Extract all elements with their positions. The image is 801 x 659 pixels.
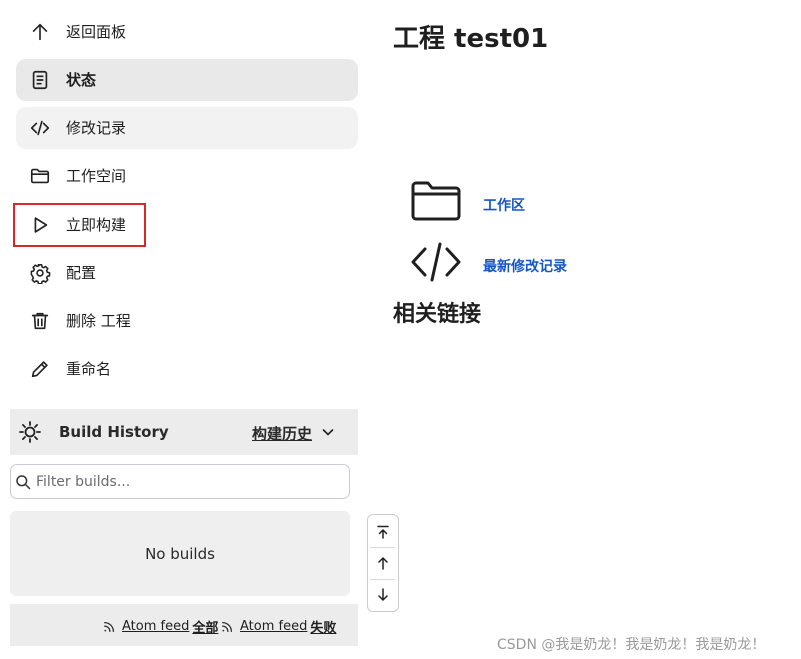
build-now-highlight-box (13, 203, 146, 247)
pencil-icon (31, 361, 48, 378)
workspace-link-text[interactable]: 工作区 (483, 195, 525, 215)
chevron-down-icon[interactable] (320, 424, 336, 440)
watermark: CSDN @我是奶龙！我是奶龙！我是奶龙！ (497, 637, 766, 653)
build-history-header: Build History 构建历史 (10, 409, 358, 455)
arrow-down-icon (377, 588, 388, 601)
arrow-up-icon (32, 23, 48, 41)
sidebar-item-label: 工作空间 (66, 167, 127, 185)
rss-icon (103, 621, 115, 632)
build-history-trend-link[interactable]: 构建历史 (252, 423, 312, 444)
rss-icon (221, 621, 233, 632)
atom-feed-all-link[interactable]: Atom feed 全部 (102, 617, 218, 636)
workspace-link[interactable]: 工作区 (410, 179, 525, 223)
no-builds-text: No builds (145, 544, 215, 563)
related-links-title: 相关链接 (393, 302, 482, 327)
sidebar-item-configure[interactable]: 配置 (16, 252, 358, 294)
sidebar-item-workspace[interactable]: 工作空间 (16, 155, 358, 197)
sidebar-item-label: 状态 (66, 71, 97, 89)
latest-changes-link[interactable]: 最新修改记录 (410, 240, 567, 284)
sidebar-item-status[interactable]: 状态 (16, 59, 358, 101)
sidebar-item-label: 删除 工程 (66, 312, 131, 330)
sidebar-item-label: 重命名 (66, 360, 112, 378)
code-icon (30, 120, 50, 136)
trash-icon (31, 312, 49, 330)
page-title: 工程 test01 (393, 24, 549, 54)
latest-changes-link-text[interactable]: 最新修改记录 (483, 256, 567, 276)
sidebar-item-changes[interactable]: 修改记录 (16, 107, 358, 149)
page-next-button[interactable] (368, 579, 397, 611)
page-first-button[interactable] (368, 516, 397, 548)
arrow-up-to-top-icon (376, 525, 389, 539)
search-icon (16, 475, 31, 490)
sidebar-item-label: 返回面板 (66, 23, 127, 41)
atom-feeds-bar: Atom feed 全部 Atom feed 失败 (10, 604, 358, 646)
page-previous-button[interactable] (368, 547, 397, 579)
build-history-sun-icon (19, 421, 41, 443)
sidebar-item-back-to-dashboard[interactable]: 返回面板 (16, 11, 358, 53)
build-history-title: Build History (59, 423, 169, 441)
folder-icon (30, 168, 50, 184)
no-builds-panel: No builds (10, 511, 350, 596)
atom-feed-failed-link[interactable]: Atom feed 失败 (220, 617, 336, 636)
sidebar-item-rename[interactable]: 重命名 (16, 348, 358, 390)
gear-icon (30, 263, 51, 284)
atom-feed-scope: 失败 (310, 621, 337, 636)
atom-feed-label: Atom feed (122, 619, 190, 634)
folder-icon (411, 181, 461, 221)
filter-builds-input[interactable] (36, 471, 336, 493)
sidebar-item-label: 修改记录 (66, 119, 127, 137)
sidebar-item-label: 配置 (66, 264, 97, 282)
atom-feed-label: Atom feed (240, 619, 308, 634)
arrow-up-icon (377, 557, 388, 570)
sidebar-item-delete-project[interactable]: 删除 工程 (16, 300, 358, 342)
build-history-pager (367, 514, 399, 612)
code-icon (411, 242, 461, 282)
document-icon (32, 70, 48, 90)
atom-feed-scope: 全部 (192, 621, 219, 636)
filter-builds-field[interactable] (10, 464, 350, 499)
